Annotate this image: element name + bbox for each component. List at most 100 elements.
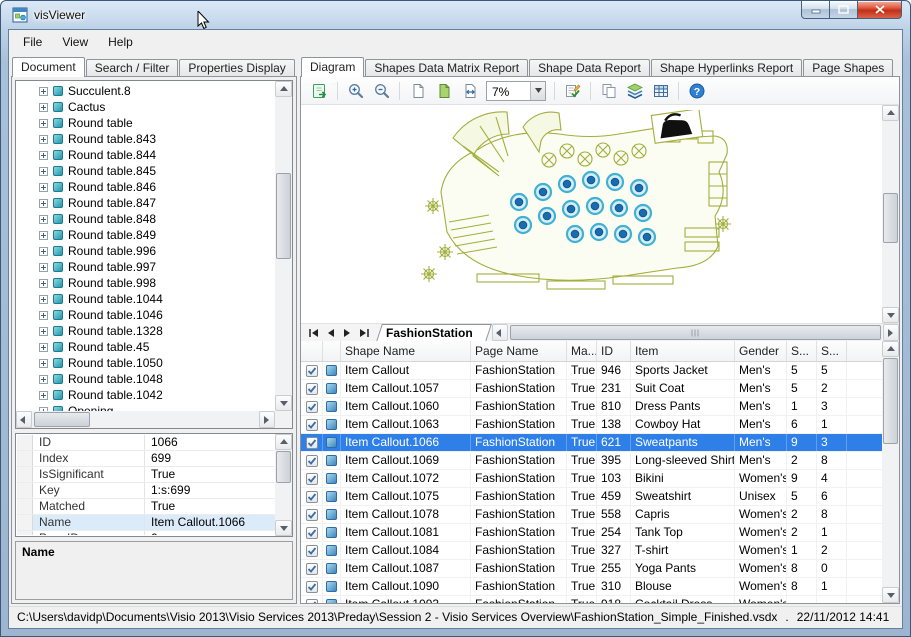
maximize-button[interactable] (829, 1, 858, 19)
property-row[interactable]: PageID0 (17, 531, 275, 535)
table-row[interactable]: Item Callout.1060FashionStationTrue810Dr… (301, 398, 882, 416)
expand-plus-icon[interactable] (39, 295, 48, 304)
menu-item-help[interactable]: Help (98, 31, 143, 53)
table-row[interactable]: Item Callout.1087FashionStationTrue255Yo… (301, 560, 882, 578)
export-button[interactable] (308, 79, 331, 102)
scroll-right-arrow[interactable] (883, 324, 899, 341)
checkbox-cell[interactable] (301, 470, 323, 487)
round-table-shape[interactable] (587, 198, 603, 214)
tree-item[interactable]: Round table.998 (17, 275, 275, 291)
page-tab-fashionstation[interactable]: FashionStation (376, 324, 486, 342)
menu-item-file[interactable]: File (13, 31, 52, 53)
expand-plus-icon[interactable] (39, 359, 48, 368)
scroll-thumb[interactable] (883, 193, 898, 243)
property-row[interactable]: Index699 (17, 451, 275, 467)
checkbox-cell[interactable] (301, 398, 323, 415)
tree-item[interactable]: Round table.846 (17, 179, 275, 195)
tree-item[interactable]: Round table.843 (17, 131, 275, 147)
expand-plus-icon[interactable] (39, 327, 48, 336)
diagram-canvas[interactable] (301, 105, 899, 323)
tab-page-shapes[interactable]: Page Shapes (803, 59, 893, 76)
round-table-shape[interactable] (639, 229, 655, 245)
column-header-gender[interactable]: Gender (735, 341, 787, 361)
row-checkbox[interactable] (306, 473, 318, 485)
expand-plus-icon[interactable] (39, 247, 48, 256)
round-table-shape[interactable] (591, 224, 607, 240)
zoom-in-button[interactable] (344, 79, 367, 102)
property-row[interactable]: ID1066 (17, 435, 275, 451)
checkbox-cell[interactable] (301, 416, 323, 433)
diagram-vscroll[interactable] (882, 105, 899, 323)
row-checkbox[interactable] (306, 365, 318, 377)
round-table-shape[interactable] (535, 184, 551, 200)
property-row[interactable]: Key1:s:699 (17, 483, 275, 499)
last-page-button[interactable] (356, 325, 373, 341)
zoom-combobox[interactable]: 7% (486, 81, 546, 101)
tab-shapes-data-matrix-report[interactable]: Shapes Data Matrix Report (365, 59, 528, 76)
round-table-shape[interactable] (511, 194, 527, 210)
tree-item[interactable]: Round table.1044 (17, 291, 275, 307)
layers-button[interactable] (623, 79, 646, 102)
row-checkbox[interactable] (306, 509, 318, 521)
tree-item[interactable]: Round table.849 (17, 227, 275, 243)
tree-item[interactable]: Succulent.8 (17, 83, 275, 99)
tree-item[interactable]: Round table.997 (17, 259, 275, 275)
tree-item[interactable]: Round table.45 (17, 339, 275, 355)
tree-item[interactable]: Round table.1042 (17, 387, 275, 403)
tab-shape-hyperlinks-report[interactable]: Shape Hyperlinks Report (651, 59, 802, 76)
expand-plus-icon[interactable] (39, 391, 48, 400)
table-row[interactable]: Item Callout.1069FashionStationTrue395Lo… (301, 452, 882, 470)
validate-button[interactable] (561, 79, 584, 102)
round-table-shape[interactable] (559, 176, 575, 192)
round-table-shape[interactable] (563, 201, 579, 217)
table-row[interactable]: Item Callout.1078FashionStationTrue558Ca… (301, 506, 882, 524)
tree-vscroll[interactable] (275, 81, 292, 411)
checkbox-cell[interactable] (301, 506, 323, 523)
tree-item[interactable]: Round table.845 (17, 163, 275, 179)
tree-item[interactable]: Cactus (17, 99, 275, 115)
row-checkbox[interactable] (306, 599, 318, 604)
tree-item[interactable]: Round table.844 (17, 147, 275, 163)
scroll-down-arrow[interactable] (882, 587, 899, 603)
scroll-right-arrow[interactable] (259, 411, 275, 428)
tree-item[interactable]: Round table.1046 (17, 307, 275, 323)
table-row[interactable]: Item Callout.1084FashionStationTrue327T-… (301, 542, 882, 560)
table-row[interactable]: Item CalloutFashionStationTrue946Sports … (301, 362, 882, 380)
round-table-shape[interactable] (635, 205, 651, 221)
round-table-shape[interactable] (615, 226, 631, 242)
prev-page-button[interactable] (322, 325, 339, 341)
zoom-out-button[interactable] (370, 79, 393, 102)
column-header-ma[interactable]: Ma... (567, 341, 597, 361)
tree-item[interactable]: Round table.847 (17, 195, 275, 211)
column-header-item[interactable]: Item (631, 341, 735, 361)
tree-item[interactable]: Round table.1048 (17, 371, 275, 387)
row-checkbox[interactable] (306, 527, 318, 539)
checkbox-cell[interactable] (301, 542, 323, 559)
checkbox-cell[interactable] (301, 524, 323, 541)
property-row[interactable]: NameItem Callout.1066 (17, 515, 275, 531)
expand-plus-icon[interactable] (39, 199, 48, 208)
checkbox-cell[interactable] (301, 362, 323, 379)
tab-document[interactable]: Document (12, 57, 85, 77)
scroll-thumb[interactable] (34, 412, 90, 427)
tree-item[interactable]: Round table.1050 (17, 355, 275, 371)
props-vscroll[interactable] (275, 434, 292, 536)
row-checkbox[interactable] (306, 491, 318, 503)
round-table-shape[interactable] (631, 180, 647, 196)
help-button[interactable]: ? (685, 79, 708, 102)
column-header-page-name[interactable]: Page Name (471, 341, 567, 361)
title-bar[interactable]: visViewer (1, 1, 910, 29)
column-header-shape-name[interactable]: Shape Name (341, 341, 471, 361)
table-row[interactable]: Item Callout.1072FashionStationTrue103Bi… (301, 470, 882, 488)
row-checkbox[interactable] (306, 437, 318, 449)
round-table-shape[interactable] (539, 208, 555, 224)
row-checkbox[interactable] (306, 545, 318, 557)
page-width-button[interactable] (458, 79, 481, 102)
scroll-down-arrow[interactable] (275, 520, 292, 536)
tab-diagram[interactable]: Diagram (301, 57, 364, 77)
round-table-shape[interactable] (515, 217, 531, 233)
expand-plus-icon[interactable] (39, 215, 48, 224)
tree-item[interactable]: Round table.848 (17, 211, 275, 227)
round-table-shape[interactable] (611, 200, 627, 216)
column-header-id[interactable]: ID (597, 341, 631, 361)
